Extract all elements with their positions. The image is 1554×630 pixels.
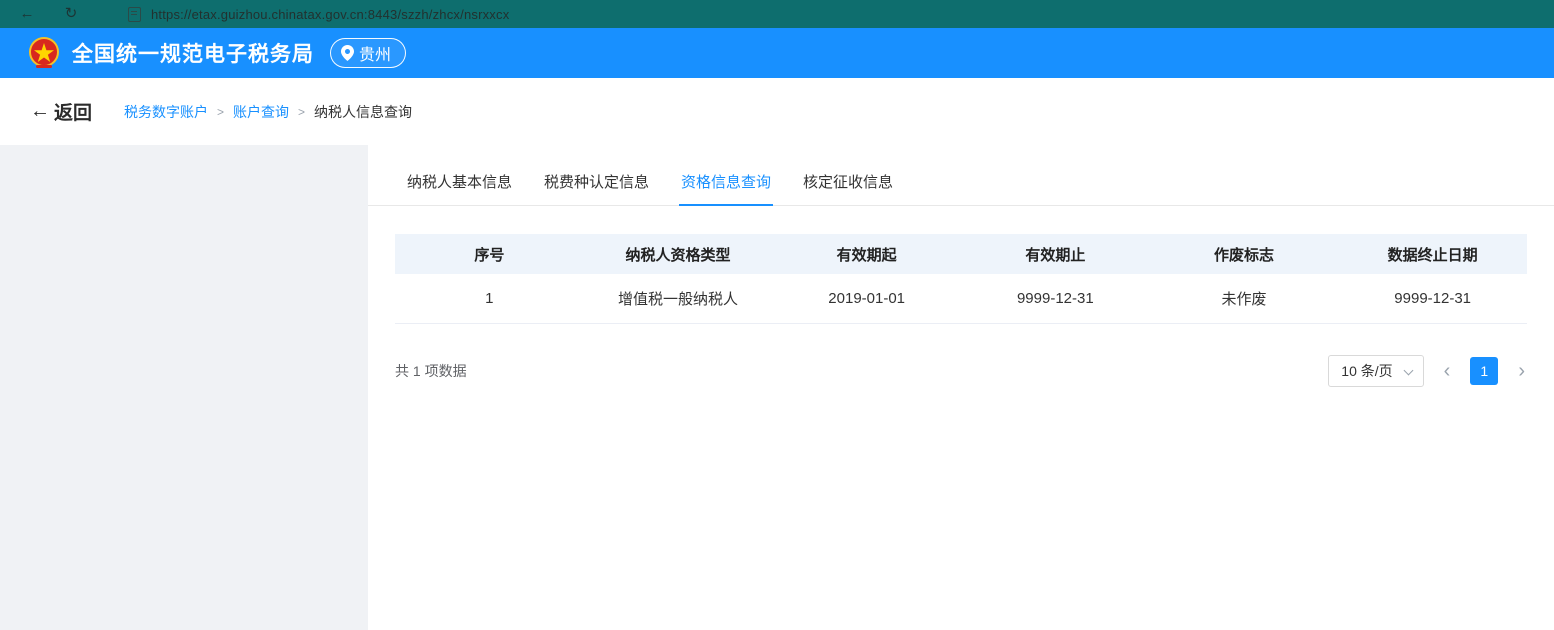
breadcrumb: 税务数字账户 > 账户查询 > 纳税人信息查询: [124, 102, 412, 122]
header-cell-valid-to: 有效期止: [961, 244, 1150, 265]
breadcrumb-separator: >: [298, 105, 305, 119]
cell-valid-from: 2019-01-01: [772, 290, 961, 307]
header-cell-void-flag: 作废标志: [1150, 244, 1339, 265]
page-size-value: 10 条/页: [1341, 361, 1392, 381]
table-footer: 共 1 项数据 10 条/页 ‹ 1 ›: [395, 355, 1527, 387]
tab-bar: 纳税人基本信息 税费种认定信息 资格信息查询 核定征收信息: [368, 161, 1554, 206]
page-number-button[interactable]: 1: [1470, 357, 1498, 385]
breadcrumb-separator: >: [217, 105, 224, 119]
cell-seq: 1: [395, 290, 584, 307]
header-cell-valid-from: 有效期起: [772, 244, 961, 265]
cell-qualification-type: 增值税一般纳税人: [584, 288, 773, 309]
pagination: 10 条/页 ‹ 1 ›: [1328, 355, 1527, 387]
browser-chrome: ← ↻ https://etax.guizhou.chinatax.gov.cn…: [0, 0, 1554, 28]
browser-refresh-button[interactable]: ↻: [56, 0, 86, 28]
tab-taxpayer-basic-info[interactable]: 纳税人基本信息: [405, 161, 514, 206]
records-table: 序号 纳税人资格类型 有效期起 有效期止 作废标志 数据终止日期 1 增值税一般…: [395, 234, 1527, 324]
page-size-select[interactable]: 10 条/页: [1328, 355, 1423, 387]
header-cell-qualification-type: 纳税人资格类型: [584, 244, 773, 265]
tab-tax-category-info[interactable]: 税费种认定信息: [542, 161, 651, 206]
tab-assessed-collection-info[interactable]: 核定征收信息: [801, 161, 895, 206]
browser-back-button[interactable]: ←: [12, 0, 42, 28]
header-cell-data-end-date: 数据终止日期: [1338, 244, 1527, 265]
breadcrumb-current-page: 纳税人信息查询: [314, 102, 412, 122]
breadcrumb-bar: ← 返回 税务数字账户 > 账户查询 > 纳税人信息查询: [0, 78, 1554, 145]
cell-valid-to: 9999-12-31: [961, 290, 1150, 307]
page-file-icon: [128, 7, 141, 22]
breadcrumb-link-account-query[interactable]: 账户查询: [233, 102, 289, 122]
tab-qualification-info[interactable]: 资格信息查询: [679, 161, 773, 206]
back-button[interactable]: ← 返回: [30, 98, 92, 125]
main-panel: 纳税人基本信息 税费种认定信息 资格信息查询 核定征收信息 序号 纳税人资格类型…: [368, 145, 1554, 630]
cell-data-end-date: 9999-12-31: [1338, 290, 1527, 307]
chevron-down-icon: [1403, 366, 1413, 376]
header-cell-seq: 序号: [395, 244, 584, 265]
location-pin-icon: [341, 45, 354, 61]
app-header: 全国统一规范电子税务局 贵州: [0, 28, 1554, 78]
site-title: 全国统一规范电子税务局: [72, 38, 314, 68]
region-badge[interactable]: 贵州: [330, 38, 406, 68]
next-page-button[interactable]: ›: [1516, 357, 1527, 385]
back-label: 返回: [54, 98, 92, 125]
breadcrumb-link-digital-account[interactable]: 税务数字账户: [124, 102, 208, 122]
region-label: 贵州: [359, 41, 391, 65]
national-emblem-logo: [26, 35, 62, 71]
table-row: 1 增值税一般纳税人 2019-01-01 9999-12-31 未作废 999…: [395, 274, 1527, 324]
content-area: 纳税人基本信息 税费种认定信息 资格信息查询 核定征收信息 序号 纳税人资格类型…: [0, 145, 1554, 630]
cell-void-flag: 未作废: [1150, 288, 1339, 309]
table-header-row: 序号 纳税人资格类型 有效期起 有效期止 作废标志 数据终止日期: [395, 234, 1527, 274]
prev-page-button[interactable]: ‹: [1442, 357, 1453, 385]
address-bar[interactable]: https://etax.guizhou.chinatax.gov.cn:844…: [151, 7, 509, 22]
total-count: 共 1 项数据: [395, 361, 467, 381]
back-arrow-icon: ←: [30, 100, 50, 123]
